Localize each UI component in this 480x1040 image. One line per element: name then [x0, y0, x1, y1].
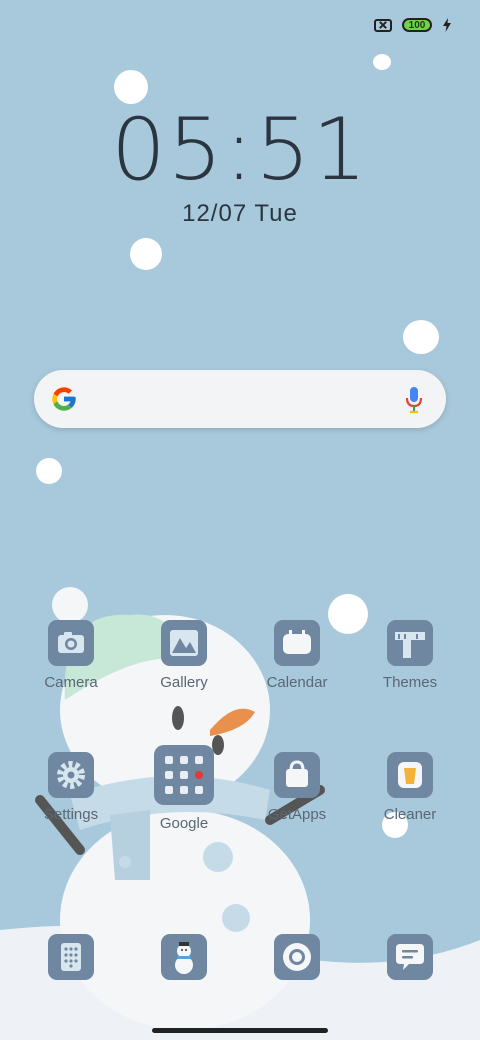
browser-icon	[274, 934, 320, 980]
app-getapps[interactable]: GetApps	[247, 752, 347, 823]
google-search-bar[interactable]	[34, 370, 446, 428]
weekday-text: Tue	[254, 200, 298, 227]
clock-time[interactable]: 05:51	[0, 100, 480, 200]
dock-phone[interactable]	[21, 934, 121, 980]
phone-dialer-icon	[48, 934, 94, 980]
app-label: Gallery	[160, 674, 208, 691]
app-calendar[interactable]: Calendar	[247, 620, 347, 691]
app-label: Calendar	[266, 674, 328, 691]
microphone-icon[interactable]	[404, 386, 424, 414]
gesture-navigation-bar[interactable]	[152, 1028, 328, 1033]
snowflake	[373, 54, 391, 70]
calendar-icon	[274, 620, 320, 666]
app-cleaner[interactable]: Cleaner	[360, 752, 460, 823]
snowflake	[114, 70, 148, 104]
app-label: Google	[159, 815, 209, 832]
dock-snowman-app[interactable]	[134, 934, 234, 980]
gallery-icon	[161, 620, 207, 666]
folder-icon	[154, 745, 214, 805]
dock-browser[interactable]	[247, 934, 347, 980]
app-themes[interactable]: Themes	[360, 620, 460, 691]
app-label: Themes	[382, 674, 438, 691]
no-sim-icon	[374, 18, 392, 32]
camera-icon	[48, 620, 94, 666]
app-label: Settings	[43, 806, 99, 823]
snowflake	[403, 320, 439, 354]
app-label: Cleaner	[383, 806, 437, 823]
app-camera[interactable]: Camera	[21, 620, 121, 691]
app-gallery[interactable]: Gallery	[134, 620, 234, 691]
trash-icon	[387, 752, 433, 798]
shopping-bag-icon	[274, 752, 320, 798]
app-folder-google[interactable]: Google	[134, 745, 234, 832]
message-icon	[387, 934, 433, 980]
google-g-icon	[52, 387, 76, 411]
app-settings[interactable]: Settings	[21, 752, 121, 823]
snowman-icon	[161, 934, 207, 980]
battery-level: 100	[408, 19, 426, 31]
snowflake	[36, 458, 62, 484]
app-label: GetApps	[267, 806, 327, 823]
date-text: 12/07	[182, 200, 248, 227]
clock-date[interactable]: 12/07 Tue	[0, 200, 480, 228]
themes-icon	[387, 620, 433, 666]
status-bar: 100	[374, 18, 452, 32]
gear-icon	[48, 752, 94, 798]
charging-icon	[443, 18, 451, 32]
app-label: Camera	[44, 674, 98, 691]
snowflake	[130, 238, 162, 270]
dock-messages[interactable]	[360, 934, 460, 980]
battery-icon: 100	[402, 18, 432, 32]
